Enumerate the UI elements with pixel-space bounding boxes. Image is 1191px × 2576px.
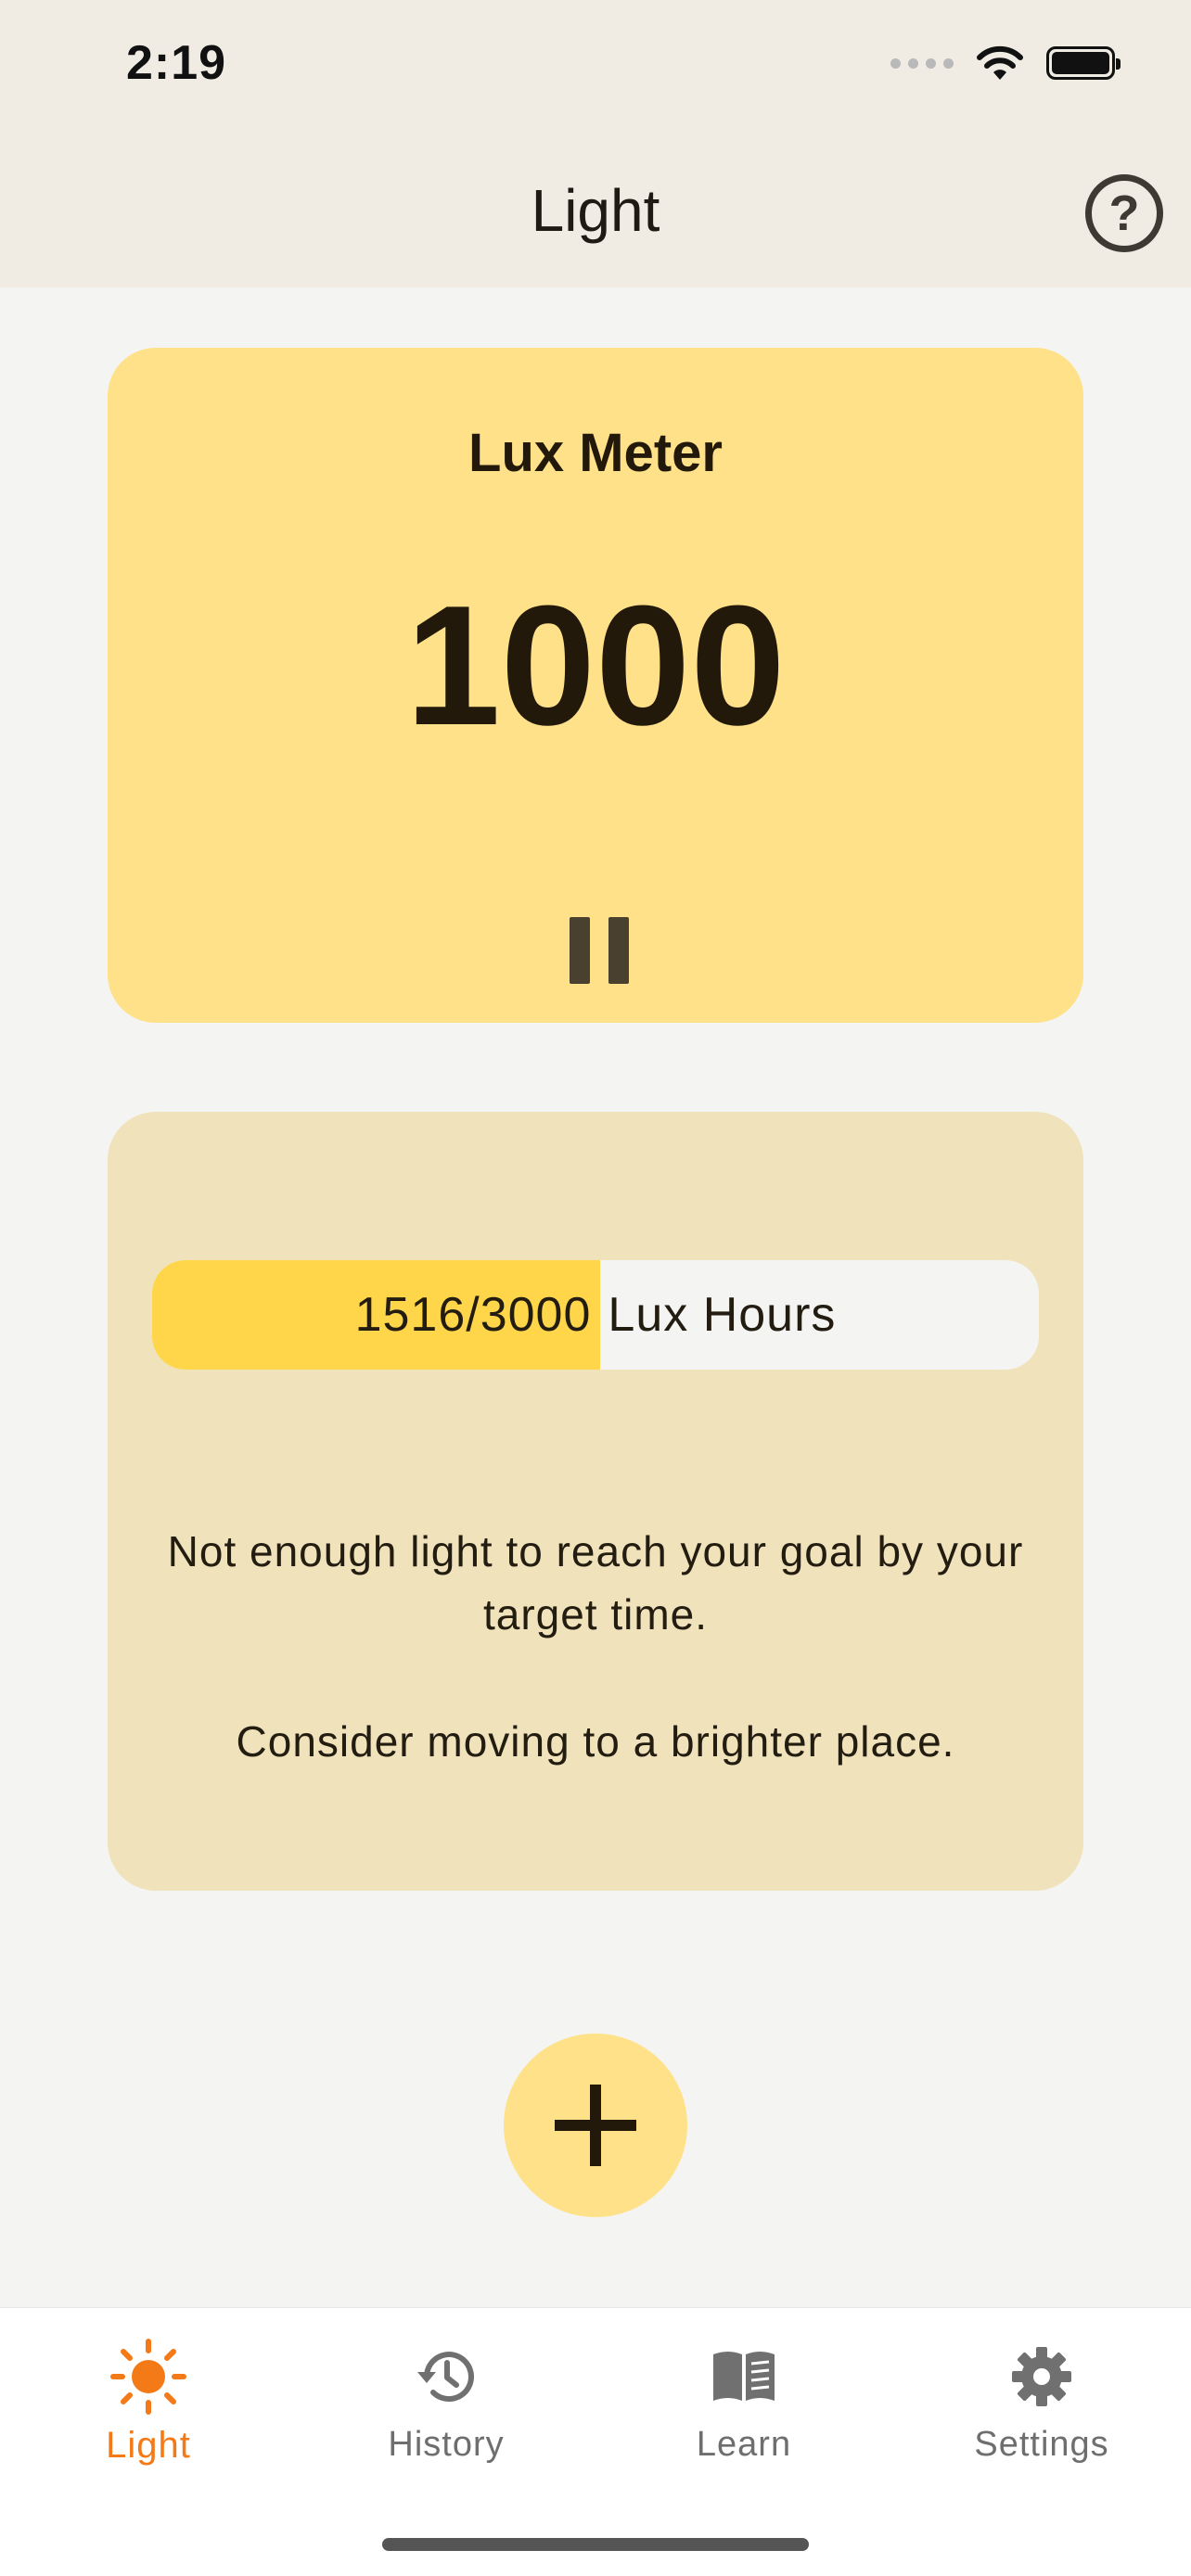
lux-meter-title: Lux Meter	[468, 423, 723, 483]
tab-history-label: History	[388, 2425, 505, 2464]
book-icon	[710, 2334, 778, 2419]
tab-settings[interactable]: Settings	[930, 2334, 1153, 2465]
tab-history[interactable]: History	[335, 2334, 557, 2465]
tab-learn[interactable]: Learn	[633, 2334, 855, 2465]
wifi-icon	[976, 45, 1024, 82]
goal-warning-message: Not enough light to reach your goal by y…	[167, 1527, 1024, 1639]
lux-hours-progress-bar: 1516/3000 Lux Hours	[152, 1260, 1039, 1370]
lux-value: 1000	[405, 569, 786, 760]
pause-icon-bar-right	[608, 917, 629, 984]
question-circle-icon: ?	[1108, 185, 1140, 241]
history-icon	[414, 2334, 479, 2419]
page-title: Light	[531, 177, 660, 244]
add-button[interactable]	[504, 2034, 687, 2217]
plus-icon	[555, 2085, 636, 2166]
pause-button[interactable]	[567, 913, 632, 988]
progress-unit: Lux Hours	[608, 1288, 837, 1342]
sun-icon	[109, 2334, 187, 2419]
progress-label: 1516/3000 Lux Hours	[152, 1260, 1039, 1370]
cellular-signal-icon	[890, 57, 954, 69]
lux-meter-card: Lux Meter 1000	[108, 348, 1083, 1023]
tab-light[interactable]: Light	[37, 2334, 260, 2467]
tab-light-label: Light	[106, 2425, 191, 2466]
pause-icon-bar-left	[570, 917, 590, 984]
home-indicator	[382, 2538, 809, 2551]
status-icons	[890, 45, 1121, 82]
tab-learn-label: Learn	[696, 2425, 792, 2464]
suggestion-message: Consider moving to a brighter place.	[236, 1717, 955, 1766]
progress-value: 1516/3000	[354, 1288, 592, 1342]
tab-bar: Light History Learn Settings	[0, 2307, 1191, 2576]
tab-settings-label: Settings	[974, 2425, 1109, 2464]
gear-icon	[1010, 2334, 1073, 2419]
status-time: 2:19	[126, 36, 227, 90]
header-area: 2:19 Light ?	[0, 0, 1191, 287]
help-button[interactable]: ?	[1085, 174, 1163, 252]
battery-icon	[1046, 46, 1121, 80]
progress-card: 1516/3000 Lux Hours Not enough light to …	[108, 1112, 1083, 1891]
